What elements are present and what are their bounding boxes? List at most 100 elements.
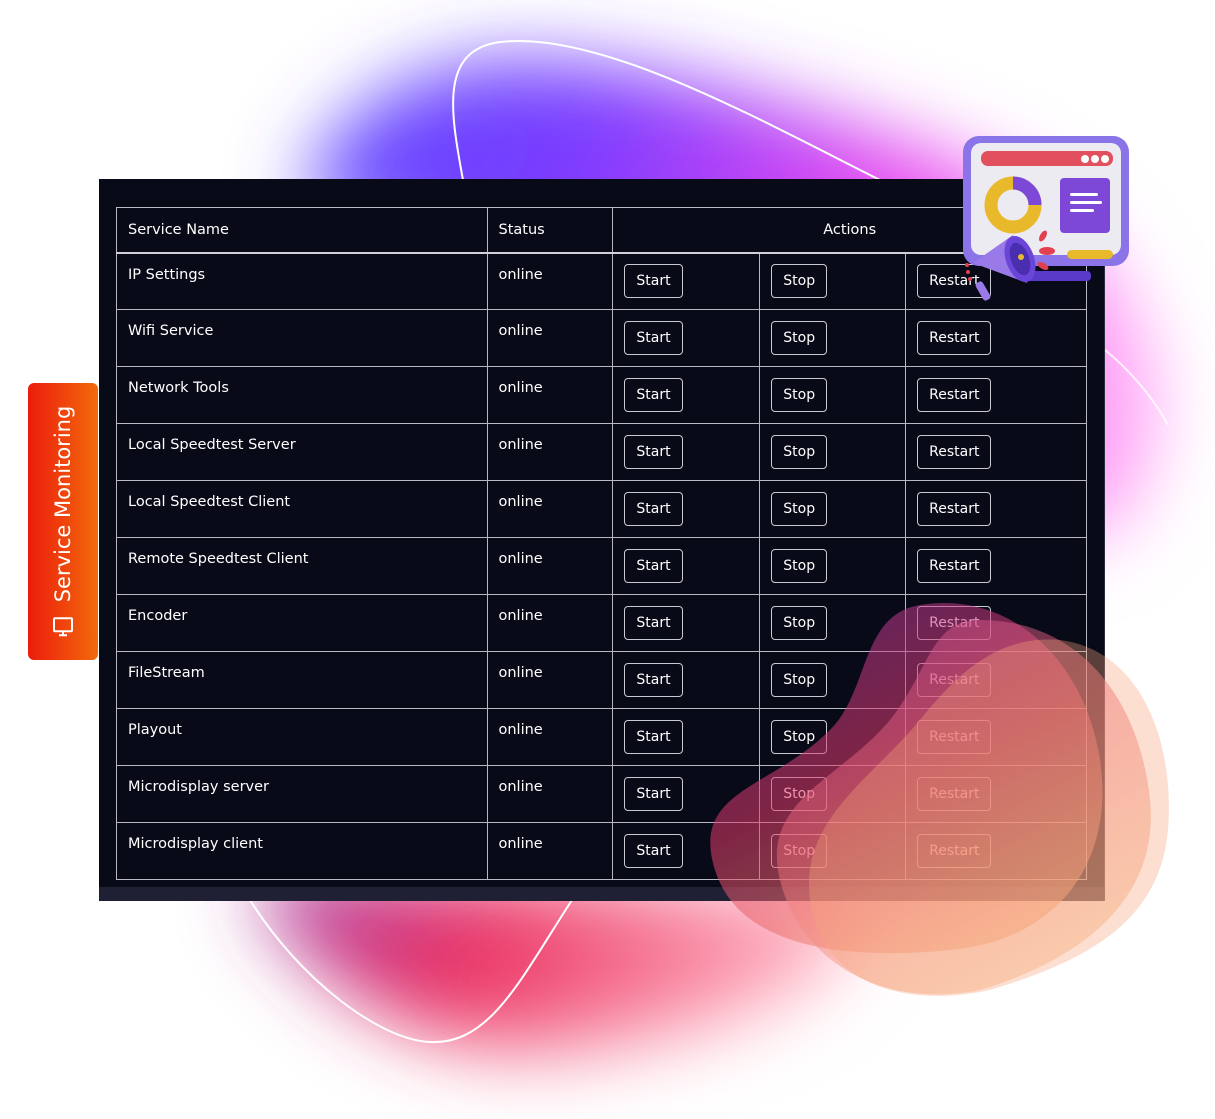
stop-button[interactable]: Stop <box>771 549 828 583</box>
stop-cell: Stop <box>759 651 907 709</box>
start-button[interactable]: Start <box>624 492 683 526</box>
column-header-service-name: Service Name <box>116 207 488 253</box>
restart-cell: Restart <box>905 537 1087 595</box>
start-cell: Start <box>612 651 761 709</box>
stop-cell: Stop <box>759 423 907 481</box>
start-cell: Start <box>612 252 761 310</box>
table-row: Remote Speedtest Client online Start Sto… <box>116 537 1087 595</box>
table-row: Local Speedtest Server online Start Stop… <box>116 423 1087 481</box>
service-status: online <box>486 765 614 823</box>
service-name: Encoder <box>116 594 488 652</box>
service-name: Local Speedtest Server <box>116 423 488 481</box>
service-name: IP Settings <box>116 252 488 310</box>
service-name: Microdisplay client <box>116 822 488 880</box>
table-header-row: Service Name Status Actions <box>116 207 1087 253</box>
services-table: Service Name Status Actions IP Settings … <box>116 207 1087 880</box>
restart-button[interactable]: Restart <box>917 549 992 583</box>
service-status: online <box>486 594 614 652</box>
stop-cell: Stop <box>759 309 907 367</box>
service-status: online <box>486 252 614 310</box>
start-cell: Start <box>612 423 761 481</box>
badge-label: Service Monitoring <box>51 405 75 602</box>
stop-cell: Stop <box>759 594 907 652</box>
stop-button[interactable]: Stop <box>771 264 828 299</box>
restart-button[interactable]: Restart <box>917 663 992 697</box>
service-name: Remote Speedtest Client <box>116 537 488 595</box>
service-name: FileStream <box>116 651 488 709</box>
start-button[interactable]: Start <box>624 264 683 299</box>
start-button[interactable]: Start <box>624 720 683 754</box>
stop-button[interactable]: Stop <box>771 663 828 697</box>
restart-button[interactable]: Restart <box>917 834 992 868</box>
stop-button[interactable]: Stop <box>771 720 828 754</box>
service-status: online <box>486 423 614 481</box>
service-name: Playout <box>116 708 488 766</box>
table-row: Local Speedtest Client online Start Stop… <box>116 480 1087 538</box>
start-button[interactable]: Start <box>624 378 683 412</box>
stop-cell: Stop <box>759 708 907 766</box>
stop-button[interactable]: Stop <box>771 435 828 469</box>
start-cell: Start <box>612 594 761 652</box>
dashboard-megaphone-illustration <box>963 136 1129 301</box>
stop-button[interactable]: Stop <box>771 321 828 355</box>
service-status: online <box>486 309 614 367</box>
service-status: online <box>486 822 614 880</box>
service-name: Local Speedtest Client <box>116 480 488 538</box>
restart-button[interactable]: Restart <box>917 492 992 526</box>
stop-cell: Stop <box>759 480 907 538</box>
restart-button[interactable]: Restart <box>917 606 992 640</box>
table-row: IP Settings online Start Stop Restart <box>116 252 1087 310</box>
stop-cell: Stop <box>759 822 907 880</box>
start-button[interactable]: Start <box>624 834 683 868</box>
stop-button[interactable]: Stop <box>771 834 828 868</box>
service-status: online <box>486 537 614 595</box>
stop-cell: Stop <box>759 252 907 310</box>
restart-cell: Restart <box>905 822 1087 880</box>
start-button[interactable]: Start <box>624 606 683 640</box>
start-button[interactable]: Start <box>624 435 683 469</box>
restart-button[interactable]: Restart <box>917 378 992 412</box>
start-cell: Start <box>612 765 761 823</box>
start-cell: Start <box>612 480 761 538</box>
service-name: Wifi Service <box>116 309 488 367</box>
stop-button[interactable]: Stop <box>771 492 828 526</box>
start-button[interactable]: Start <box>624 663 683 697</box>
table-row: FileStream online Start Stop Restart <box>116 651 1087 709</box>
restart-button[interactable]: Restart <box>917 435 992 469</box>
table-row: Microdisplay client online Start Stop Re… <box>116 822 1087 880</box>
service-monitoring-badge: Service Monitoring <box>28 383 98 660</box>
restart-cell: Restart <box>905 366 1087 424</box>
table-row: Encoder online Start Stop Restart <box>116 594 1087 652</box>
stop-cell: Stop <box>759 366 907 424</box>
start-cell: Start <box>612 537 761 595</box>
restart-cell: Restart <box>905 480 1087 538</box>
restart-cell: Restart <box>905 423 1087 481</box>
restart-button[interactable]: Restart <box>917 321 992 355</box>
monitor-icon <box>51 614 75 638</box>
column-header-status: Status <box>486 207 614 253</box>
restart-button[interactable]: Restart <box>917 720 992 754</box>
start-button[interactable]: Start <box>624 321 683 355</box>
stop-button[interactable]: Stop <box>771 606 828 640</box>
stop-button[interactable]: Stop <box>771 378 828 412</box>
table-row: Playout online Start Stop Restart <box>116 708 1087 766</box>
service-status: online <box>486 651 614 709</box>
restart-cell: Restart <box>905 309 1087 367</box>
start-cell: Start <box>612 708 761 766</box>
table-row: Microdisplay server online Start Stop Re… <box>116 765 1087 823</box>
restart-button[interactable]: Restart <box>917 777 992 811</box>
service-status: online <box>486 366 614 424</box>
start-button[interactable]: Start <box>624 549 683 583</box>
restart-cell: Restart <box>905 765 1087 823</box>
stop-button[interactable]: Stop <box>771 777 828 811</box>
restart-cell: Restart <box>905 594 1087 652</box>
start-button[interactable]: Start <box>624 777 683 811</box>
start-cell: Start <box>612 309 761 367</box>
table-row: Wifi Service online Start Stop Restart <box>116 309 1087 367</box>
start-cell: Start <box>612 366 761 424</box>
table-row: Network Tools online Start Stop Restart <box>116 366 1087 424</box>
service-name: Network Tools <box>116 366 488 424</box>
start-cell: Start <box>612 822 761 880</box>
restart-cell: Restart <box>905 708 1087 766</box>
stop-cell: Stop <box>759 765 907 823</box>
